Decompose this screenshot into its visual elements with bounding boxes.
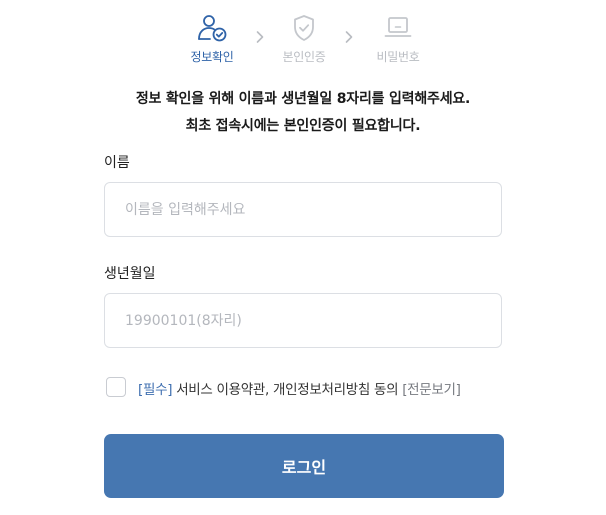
- agreement-label: 서비스 이용약관, 개인정보처리방침 동의: [176, 382, 399, 398]
- step-indicator: 정보확인 본인인증 비밀번호: [0, 14, 606, 66]
- name-input[interactable]: [105, 183, 501, 236]
- intro-line-1: 정보 확인을 위해 이름과 생년월일 8자리를 입력해주세요.: [135, 91, 471, 107]
- shield-check-icon: [294, 15, 314, 41]
- step-label: 비밀번호: [376, 50, 420, 64]
- step-label: 정보확인: [190, 50, 234, 64]
- birthdate-label: 생년월일: [104, 266, 156, 282]
- login-button[interactable]: 로그인: [104, 434, 504, 498]
- user-check-icon: [198, 15, 227, 42]
- step-password: 비밀번호: [358, 14, 438, 65]
- step-info-check: 정보확인: [172, 14, 252, 65]
- name-label: 이름: [104, 155, 130, 171]
- name-field: [104, 182, 502, 237]
- agreement-row: [필수] 서비스 이용약관, 개인정보처리방침 동의 [전문보기]: [104, 376, 504, 400]
- agreement-checkbox[interactable]: [106, 377, 126, 397]
- birthdate-input[interactable]: [105, 294, 501, 347]
- intro-line-2: 최초 접속시에는 본인인증이 필요합니다.: [185, 118, 421, 134]
- laptop-icon: [384, 17, 412, 37]
- intro-text: 정보 확인을 위해 이름과 생년월일 8자리를 입력해주세요. 최초 접속시에는…: [0, 86, 606, 140]
- step-label: 본인인증: [282, 50, 326, 64]
- agreement-text: [필수] 서비스 이용약관, 개인정보처리방침 동의 [전문보기]: [138, 378, 461, 398]
- required-tag: [필수]: [138, 382, 173, 398]
- chevron-right-icon: [345, 31, 353, 43]
- birthdate-field: [104, 293, 502, 348]
- step-identity-verification: 본인인증: [264, 14, 344, 65]
- full-text-link[interactable]: [전문보기]: [402, 382, 461, 398]
